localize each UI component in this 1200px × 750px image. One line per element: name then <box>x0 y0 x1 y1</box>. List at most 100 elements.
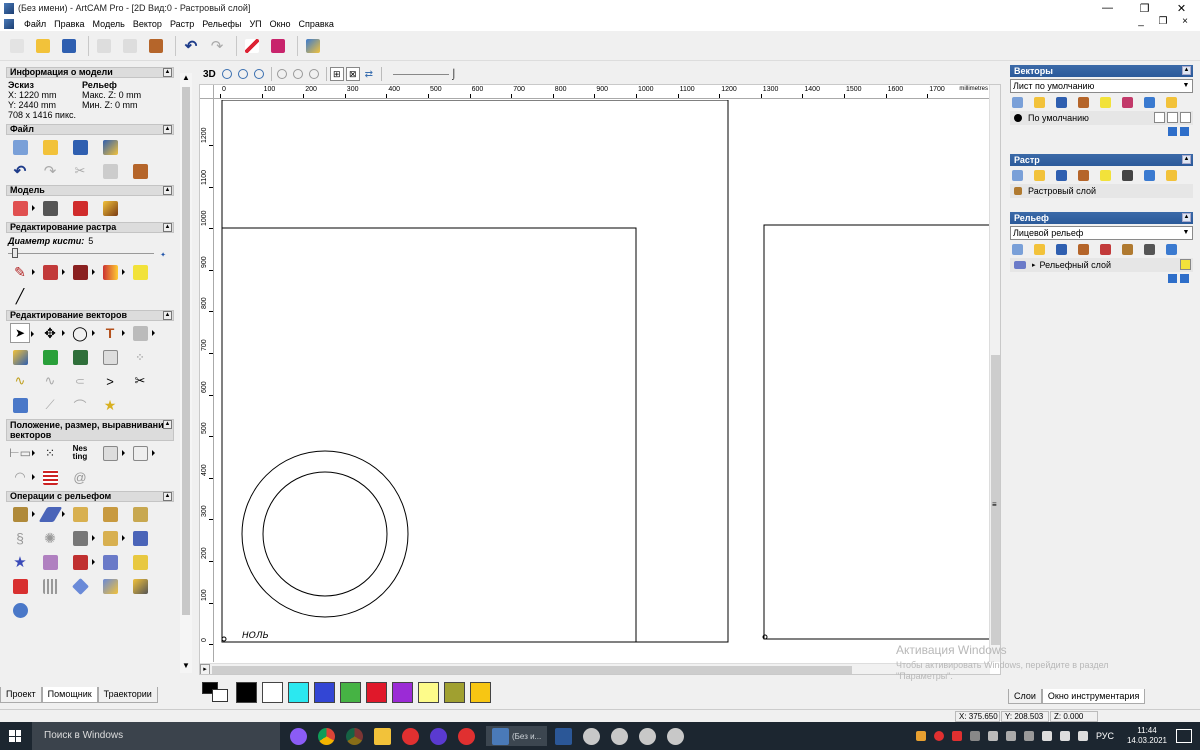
relief-layer-item[interactable]: ▸ Рельефный слой <box>1010 258 1193 272</box>
relief-smooth-button[interactable] <box>100 576 120 596</box>
relief-scale-button[interactable] <box>100 552 120 572</box>
tray-opera-icon[interactable] <box>933 731 944 741</box>
tray-onedrive-icon[interactable] <box>1005 731 1016 741</box>
model-mirror-button[interactable] <box>70 198 90 218</box>
redo-button[interactable]: ↷ <box>206 35 228 57</box>
zoom-in-button[interactable] <box>220 67 234 81</box>
taskbar-app-paint[interactable] <box>583 726 603 746</box>
colour-swatch[interactable] <box>366 681 387 703</box>
trim-button[interactable]: ✂ <box>130 371 150 391</box>
taskbar-app-paint-3[interactable] <box>639 726 659 746</box>
raster-edit-header[interactable]: Редактирование растра ▲ <box>6 222 174 233</box>
maximize-button[interactable]: ❐ <box>1126 0 1163 16</box>
paste-button[interactable] <box>130 161 150 181</box>
new-relief-layer-icon[interactable] <box>1012 243 1023 255</box>
menu-toolpaths[interactable]: УП <box>245 19 265 29</box>
tray-chevron-icon[interactable] <box>1023 731 1034 741</box>
collapse-icon[interactable]: ▲ <box>163 125 172 134</box>
vector-fillet-button[interactable]: ⌒ <box>70 395 90 415</box>
move-relief-up-icon[interactable] <box>1168 274 1177 283</box>
collapse-icon[interactable]: ▲ <box>163 311 172 320</box>
menu-model[interactable]: Модель <box>89 19 129 29</box>
copy-layer-icon[interactable] <box>1078 96 1089 108</box>
menu-file[interactable]: Файл <box>20 19 50 29</box>
circle-button[interactable]: ◯ <box>70 323 95 343</box>
shape-button[interactable] <box>130 323 155 343</box>
redo-button[interactable]: ↷ <box>40 161 60 181</box>
document-menu-icon[interactable] <box>4 18 14 29</box>
wizard-layer-icon[interactable] <box>1166 96 1177 108</box>
offset-button[interactable]: ⸦ <box>70 371 90 391</box>
text-button[interactable]: T <box>100 323 125 343</box>
scroll-right-icon[interactable]: ▸ <box>200 664 210 674</box>
model-section-header[interactable]: Модель ▲ <box>6 185 174 196</box>
relief-header[interactable]: Рельеф ▲ <box>1010 212 1193 224</box>
raster-layer-item[interactable]: Растровый слой <box>1010 184 1193 198</box>
colour-mix-button[interactable] <box>100 262 125 282</box>
layer-pen-icon[interactable] <box>1167 112 1178 123</box>
mdi-close-button[interactable]: × <box>1174 16 1196 27</box>
input-language[interactable]: РУС <box>1096 731 1114 741</box>
delete-relief-icon[interactable] <box>1166 243 1177 255</box>
spin-button[interactable] <box>70 504 90 524</box>
vector-layer-default[interactable]: По умолчанию <box>1010 111 1193 125</box>
move-relief-down-icon[interactable] <box>1180 274 1189 283</box>
taskbar-app-paint-4[interactable] <box>667 726 687 746</box>
tray-shield-icon[interactable] <box>969 731 980 741</box>
chevron-down-icon[interactable]: ▼ <box>1180 227 1192 239</box>
draw-line-button[interactable]: ╱ <box>10 286 30 306</box>
model-info-header[interactable]: Информация о модели ▲ <box>6 67 174 78</box>
cut-button[interactable] <box>93 35 115 57</box>
save-raster-icon[interactable] <box>1056 169 1067 181</box>
raster-header[interactable]: Растр ▲ <box>1010 154 1193 166</box>
taskbar-app-explorer[interactable] <box>374 726 394 746</box>
snap-object-button[interactable]: ⊠ <box>345 67 360 81</box>
relief-paint-button[interactable] <box>10 576 30 596</box>
settings-layer-icon[interactable] <box>1122 96 1133 108</box>
primary-secondary-colour[interactable] <box>200 681 230 703</box>
vector-layers-button[interactable] <box>10 395 30 415</box>
tray-app-icon[interactable] <box>915 731 926 741</box>
relief-pen-button[interactable] <box>70 552 95 572</box>
align-button[interactable]: ⊢▭ <box>9 443 35 463</box>
collapse-icon[interactable]: ▲ <box>1182 155 1191 164</box>
relief-layer-button[interactable] <box>40 552 60 572</box>
vector-nodes-button[interactable]: ⁘ <box>130 347 150 367</box>
taskbar-app-paint-2[interactable] <box>611 726 631 746</box>
new-layer-icon[interactable] <box>1012 96 1023 108</box>
collapse-icon[interactable]: ▲ <box>1182 66 1191 75</box>
tab-assistant[interactable]: Помощник <box>41 687 98 703</box>
merge-relief-icon[interactable] <box>1100 243 1111 255</box>
start-button[interactable] <box>0 722 30 750</box>
tab-project[interactable]: Проект <box>0 687 42 703</box>
zoom-previous-button[interactable] <box>275 67 289 81</box>
colour-swatch[interactable] <box>444 681 465 703</box>
colour-swatch[interactable] <box>236 681 257 703</box>
bitmap-to-vector-button[interactable] <box>130 262 150 282</box>
scroll-down-icon[interactable]: ▼ <box>180 661 192 673</box>
undo-button[interactable]: ↶ <box>10 161 30 181</box>
save-model-button[interactable] <box>70 137 90 157</box>
paste-button[interactable] <box>145 35 167 57</box>
turn-button[interactable] <box>100 504 120 524</box>
tray-network-icon[interactable] <box>987 731 998 741</box>
nesting-button[interactable]: Nes ting <box>70 443 90 463</box>
fill-button[interactable] <box>40 262 65 282</box>
notifications-icon[interactable] <box>1176 729 1192 743</box>
model-grid-button[interactable] <box>40 198 60 218</box>
collapse-icon[interactable]: ▲ <box>163 186 172 195</box>
taskbar-app-artcam[interactable]: (Без и... <box>486 726 548 746</box>
relief-globe-button[interactable] <box>10 600 30 620</box>
vector-edit-header[interactable]: Редактирование векторов ▲ <box>6 310 174 321</box>
spiral-button[interactable]: @ <box>70 467 90 487</box>
vector-star-button[interactable]: ★ <box>100 395 120 415</box>
save-button[interactable] <box>58 35 80 57</box>
raster-blend-slider[interactable] <box>392 73 449 75</box>
open-relief-icon[interactable] <box>1034 243 1045 255</box>
relief-select[interactable]: Лицевой рельеф ▼ <box>1010 226 1193 240</box>
delete-raster-icon[interactable] <box>1144 169 1155 181</box>
raster-bitmap-icon[interactable] <box>1122 169 1133 181</box>
taskbar-app-chrome[interactable] <box>318 726 338 746</box>
menu-help[interactable]: Справка <box>295 19 338 29</box>
scroll-thumb[interactable] <box>182 87 190 615</box>
